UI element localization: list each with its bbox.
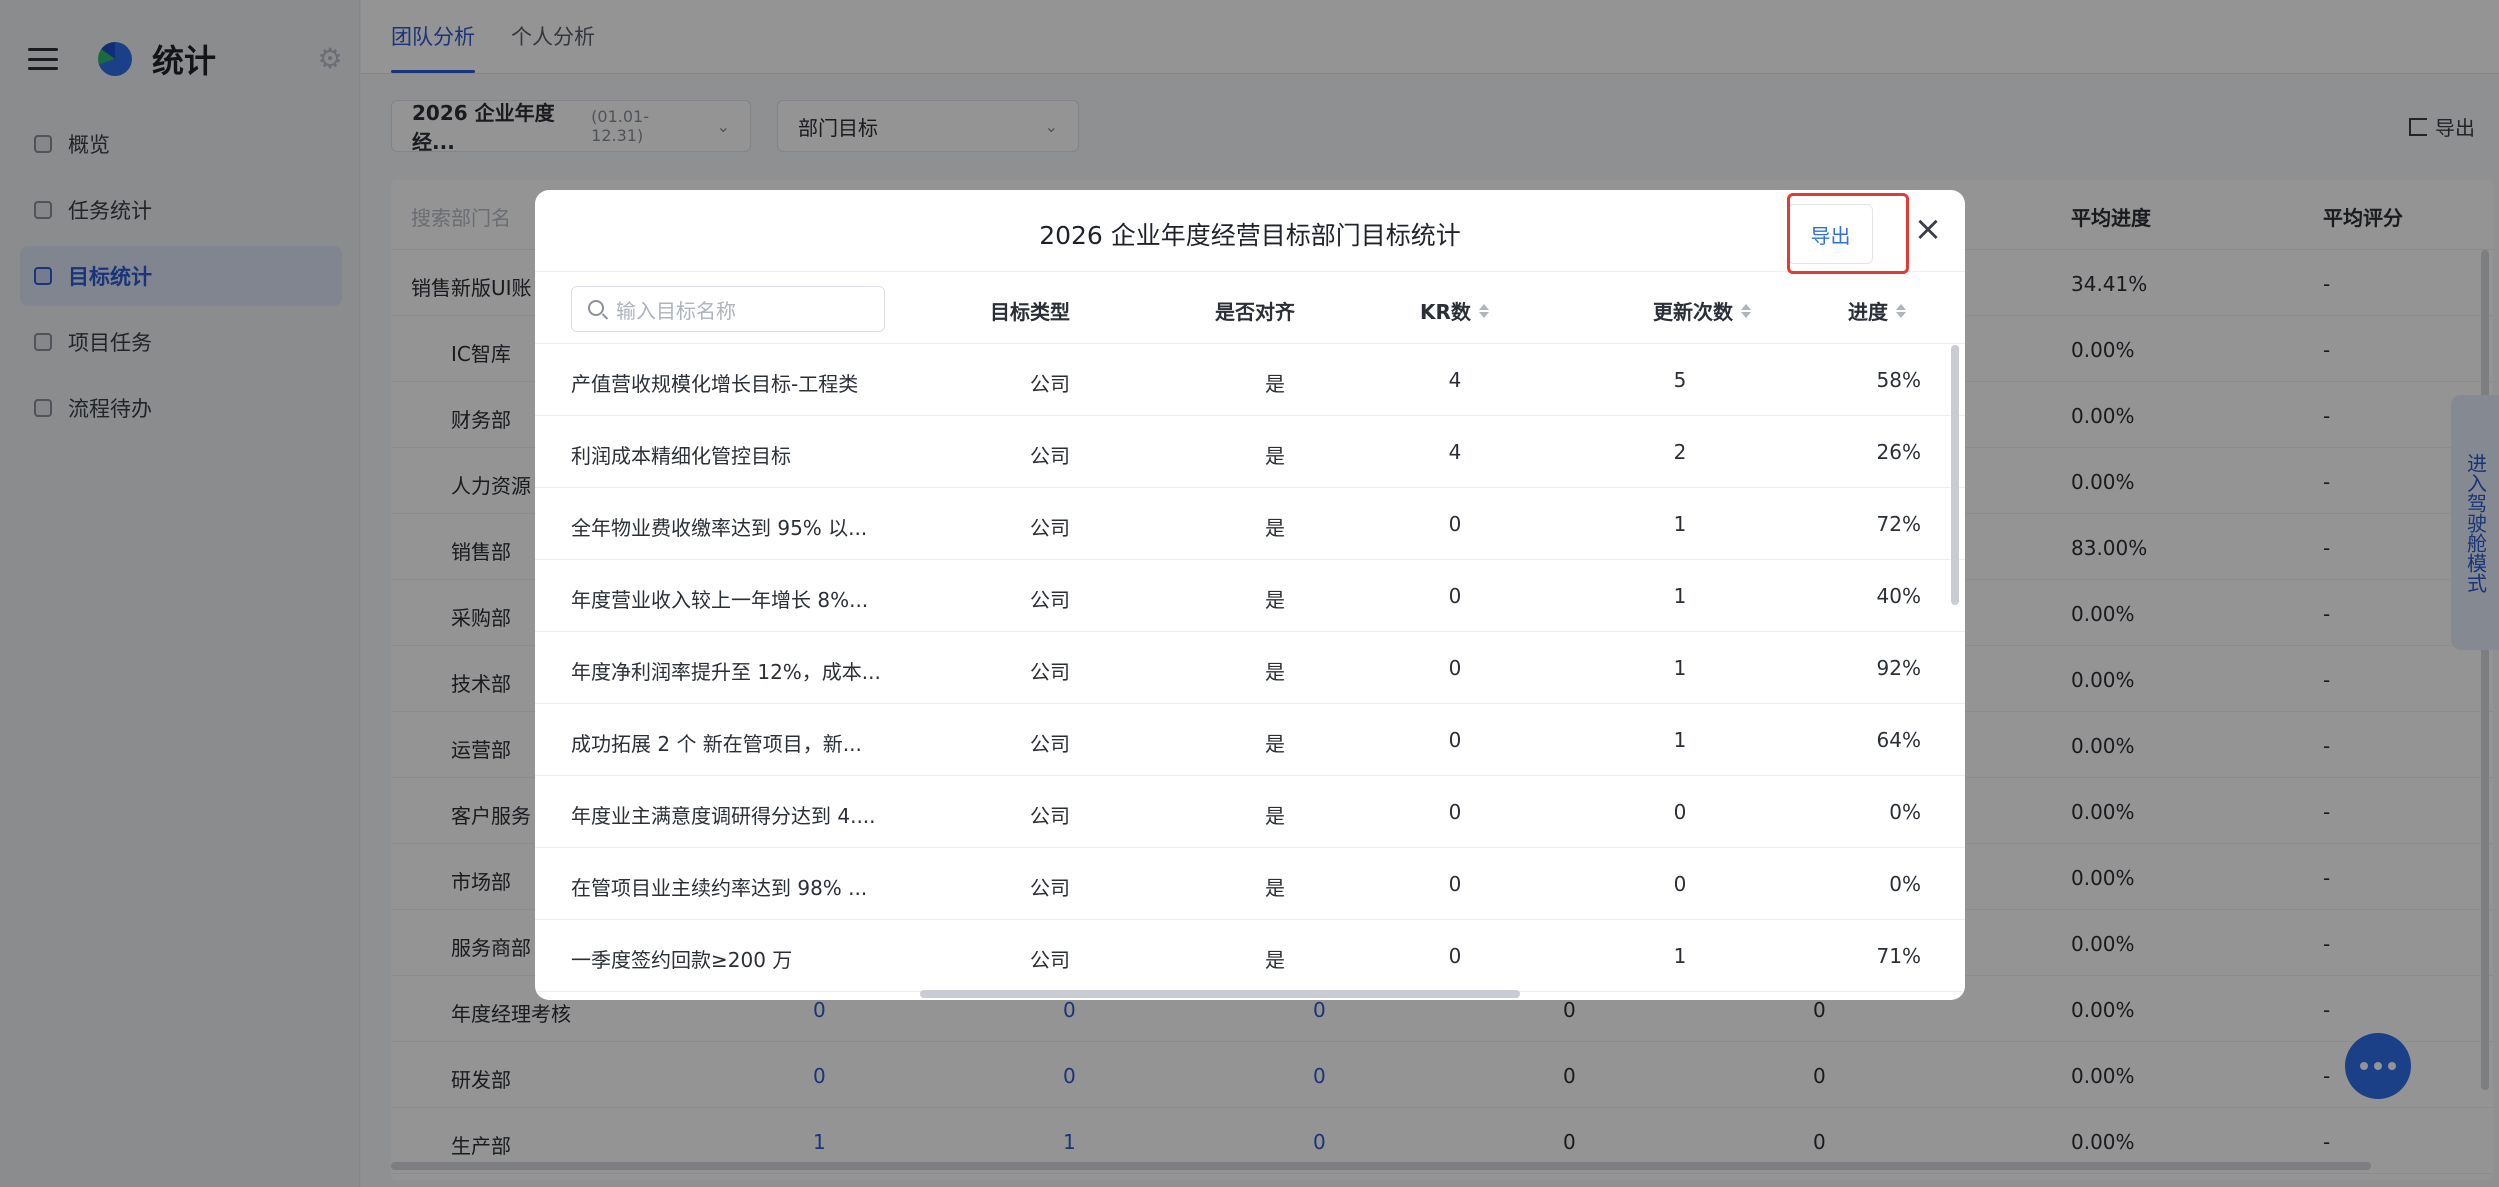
table-row[interactable]: 全年物业费收缴率达到 95% 以... 公司 是 0 1 72% (535, 488, 1965, 560)
update-count: 0 (1673, 872, 1687, 896)
export-button[interactable]: 导出 (1788, 204, 1873, 264)
search-icon (588, 300, 604, 316)
update-count: 1 (1673, 656, 1687, 680)
goal-name[interactable]: 产值营收规模化增长目标-工程类 (571, 368, 858, 397)
kr-count: 0 (1448, 728, 1462, 752)
progress-value: 0% (1889, 872, 1921, 896)
update-count: 1 (1673, 512, 1687, 536)
table-row[interactable]: 年度净利润率提升至 12%，成本... 公司 是 0 1 92% (535, 632, 1965, 704)
goal-name[interactable]: 年度业主满意度调研得分达到 4.... (571, 800, 876, 829)
goal-type: 公司 (1030, 444, 1070, 468)
kr-count: 0 (1448, 944, 1462, 968)
goal-name[interactable]: 一季度签约回款≥200 万 (571, 944, 792, 973)
goal-name[interactable]: 成功拓展 2 个 新在管项目，新... (571, 728, 862, 757)
aligned-flag: 是 (1265, 732, 1285, 756)
table-row[interactable]: 利润成本精细化管控目标 公司 是 4 2 26% (535, 416, 1965, 488)
goal-name[interactable]: 全年物业费收缴率达到 95% 以... (571, 512, 867, 541)
goal-type: 公司 (1030, 516, 1070, 540)
col-aligned: 是否对齐 (1215, 300, 1295, 324)
kr-count: 0 (1448, 872, 1462, 896)
table-row[interactable]: 年度营业收入较上一年增长 8%... 公司 是 0 1 40% (535, 560, 1965, 632)
table-row[interactable]: 年度业主满意度调研得分达到 4.... 公司 是 0 0 0% (535, 776, 1965, 848)
col-goal-type: 目标类型 (990, 300, 1070, 324)
kr-count: 0 (1448, 512, 1462, 536)
update-count: 1 (1673, 728, 1687, 752)
close-icon[interactable]: × (1911, 212, 1945, 246)
aligned-flag: 是 (1265, 948, 1285, 972)
modal-table-body: 产值营收规模化增长目标-工程类 公司是 4 5 58% 利润成本精细化管控目标 公司是 4 2 2… (535, 344, 1965, 992)
goal-type: 公司 (1030, 804, 1070, 828)
goal-type: 公司 (1030, 876, 1070, 900)
sort-icon[interactable] (1478, 303, 1489, 318)
goal-name[interactable]: 年度营业收入较上一年增长 8%... (571, 584, 868, 613)
progress-value: 72% (1876, 512, 1921, 536)
aligned-flag: 是 (1265, 516, 1285, 540)
goal-type: 公司 (1030, 372, 1070, 396)
table-row[interactable]: 一季度签约回款≥200 万 公司 是 0 1 71% (535, 920, 1965, 992)
goal-name[interactable]: 在管项目业主续约率达到 98% ... (571, 872, 867, 901)
aligned-flag: 是 (1265, 372, 1285, 396)
modal-table-header: 输入目标名称 目标类型 是否对齐 KR数 更新次数 进度 (535, 272, 1965, 344)
progress-value: 71% (1876, 944, 1921, 968)
goal-name[interactable]: 年度净利润率提升至 12%，成本... (571, 656, 881, 685)
modal-vertical-scrollbar[interactable] (1951, 345, 1959, 605)
progress-value: 40% (1876, 584, 1921, 608)
sort-icon[interactable] (1741, 303, 1751, 318)
goal-type: 公司 (1030, 732, 1070, 756)
goal-type: 公司 (1030, 588, 1070, 612)
aligned-flag: 是 (1265, 876, 1285, 900)
modal-title: 2026 企业年度经营目标部门目标统计 (1039, 221, 1461, 250)
sort-icon[interactable] (1896, 303, 1906, 318)
col-update-count[interactable]: 更新次数 (1653, 296, 1751, 325)
modal-header: 2026 企业年度经营目标部门目标统计 导出 × (535, 190, 1965, 274)
kr-count: 0 (1448, 584, 1462, 608)
kr-count: 4 (1448, 368, 1462, 392)
goal-stats-modal: 2026 企业年度经营目标部门目标统计 导出 × 输入目标名称 目标类型 是否对… (535, 190, 1965, 1000)
update-count: 2 (1673, 440, 1687, 464)
goal-type: 公司 (1030, 660, 1070, 684)
progress-value: 0% (1889, 800, 1921, 824)
col-kr-count[interactable]: KR数 (1420, 296, 1489, 325)
kr-count: 0 (1448, 656, 1462, 680)
kr-count: 4 (1448, 440, 1462, 464)
update-count: 5 (1673, 368, 1687, 392)
aligned-flag: 是 (1265, 588, 1285, 612)
progress-value: 26% (1876, 440, 1921, 464)
goal-type: 公司 (1030, 948, 1070, 972)
table-row[interactable]: 成功拓展 2 个 新在管项目，新... 公司 是 0 1 64% (535, 704, 1965, 776)
col-progress[interactable]: 进度 (1848, 296, 1906, 325)
modal-horizontal-scrollbar[interactable] (920, 990, 1520, 998)
progress-value: 92% (1876, 656, 1921, 680)
goal-search-input[interactable]: 输入目标名称 (571, 286, 885, 332)
aligned-flag: 是 (1265, 444, 1285, 468)
aligned-flag: 是 (1265, 804, 1285, 828)
update-count: 1 (1673, 944, 1687, 968)
aligned-flag: 是 (1265, 660, 1285, 684)
update-count: 0 (1673, 800, 1687, 824)
goal-name[interactable]: 利润成本精细化管控目标 (571, 440, 791, 469)
update-count: 1 (1673, 584, 1687, 608)
kr-count: 0 (1448, 800, 1462, 824)
table-row[interactable]: 产值营收规模化增长目标-工程类 公司 是 4 5 58% (535, 344, 1965, 416)
progress-value: 64% (1876, 728, 1921, 752)
progress-value: 58% (1876, 368, 1921, 392)
table-row[interactable]: 在管项目业主续约率达到 98% ... 公司 是 0 0 0% (535, 848, 1965, 920)
